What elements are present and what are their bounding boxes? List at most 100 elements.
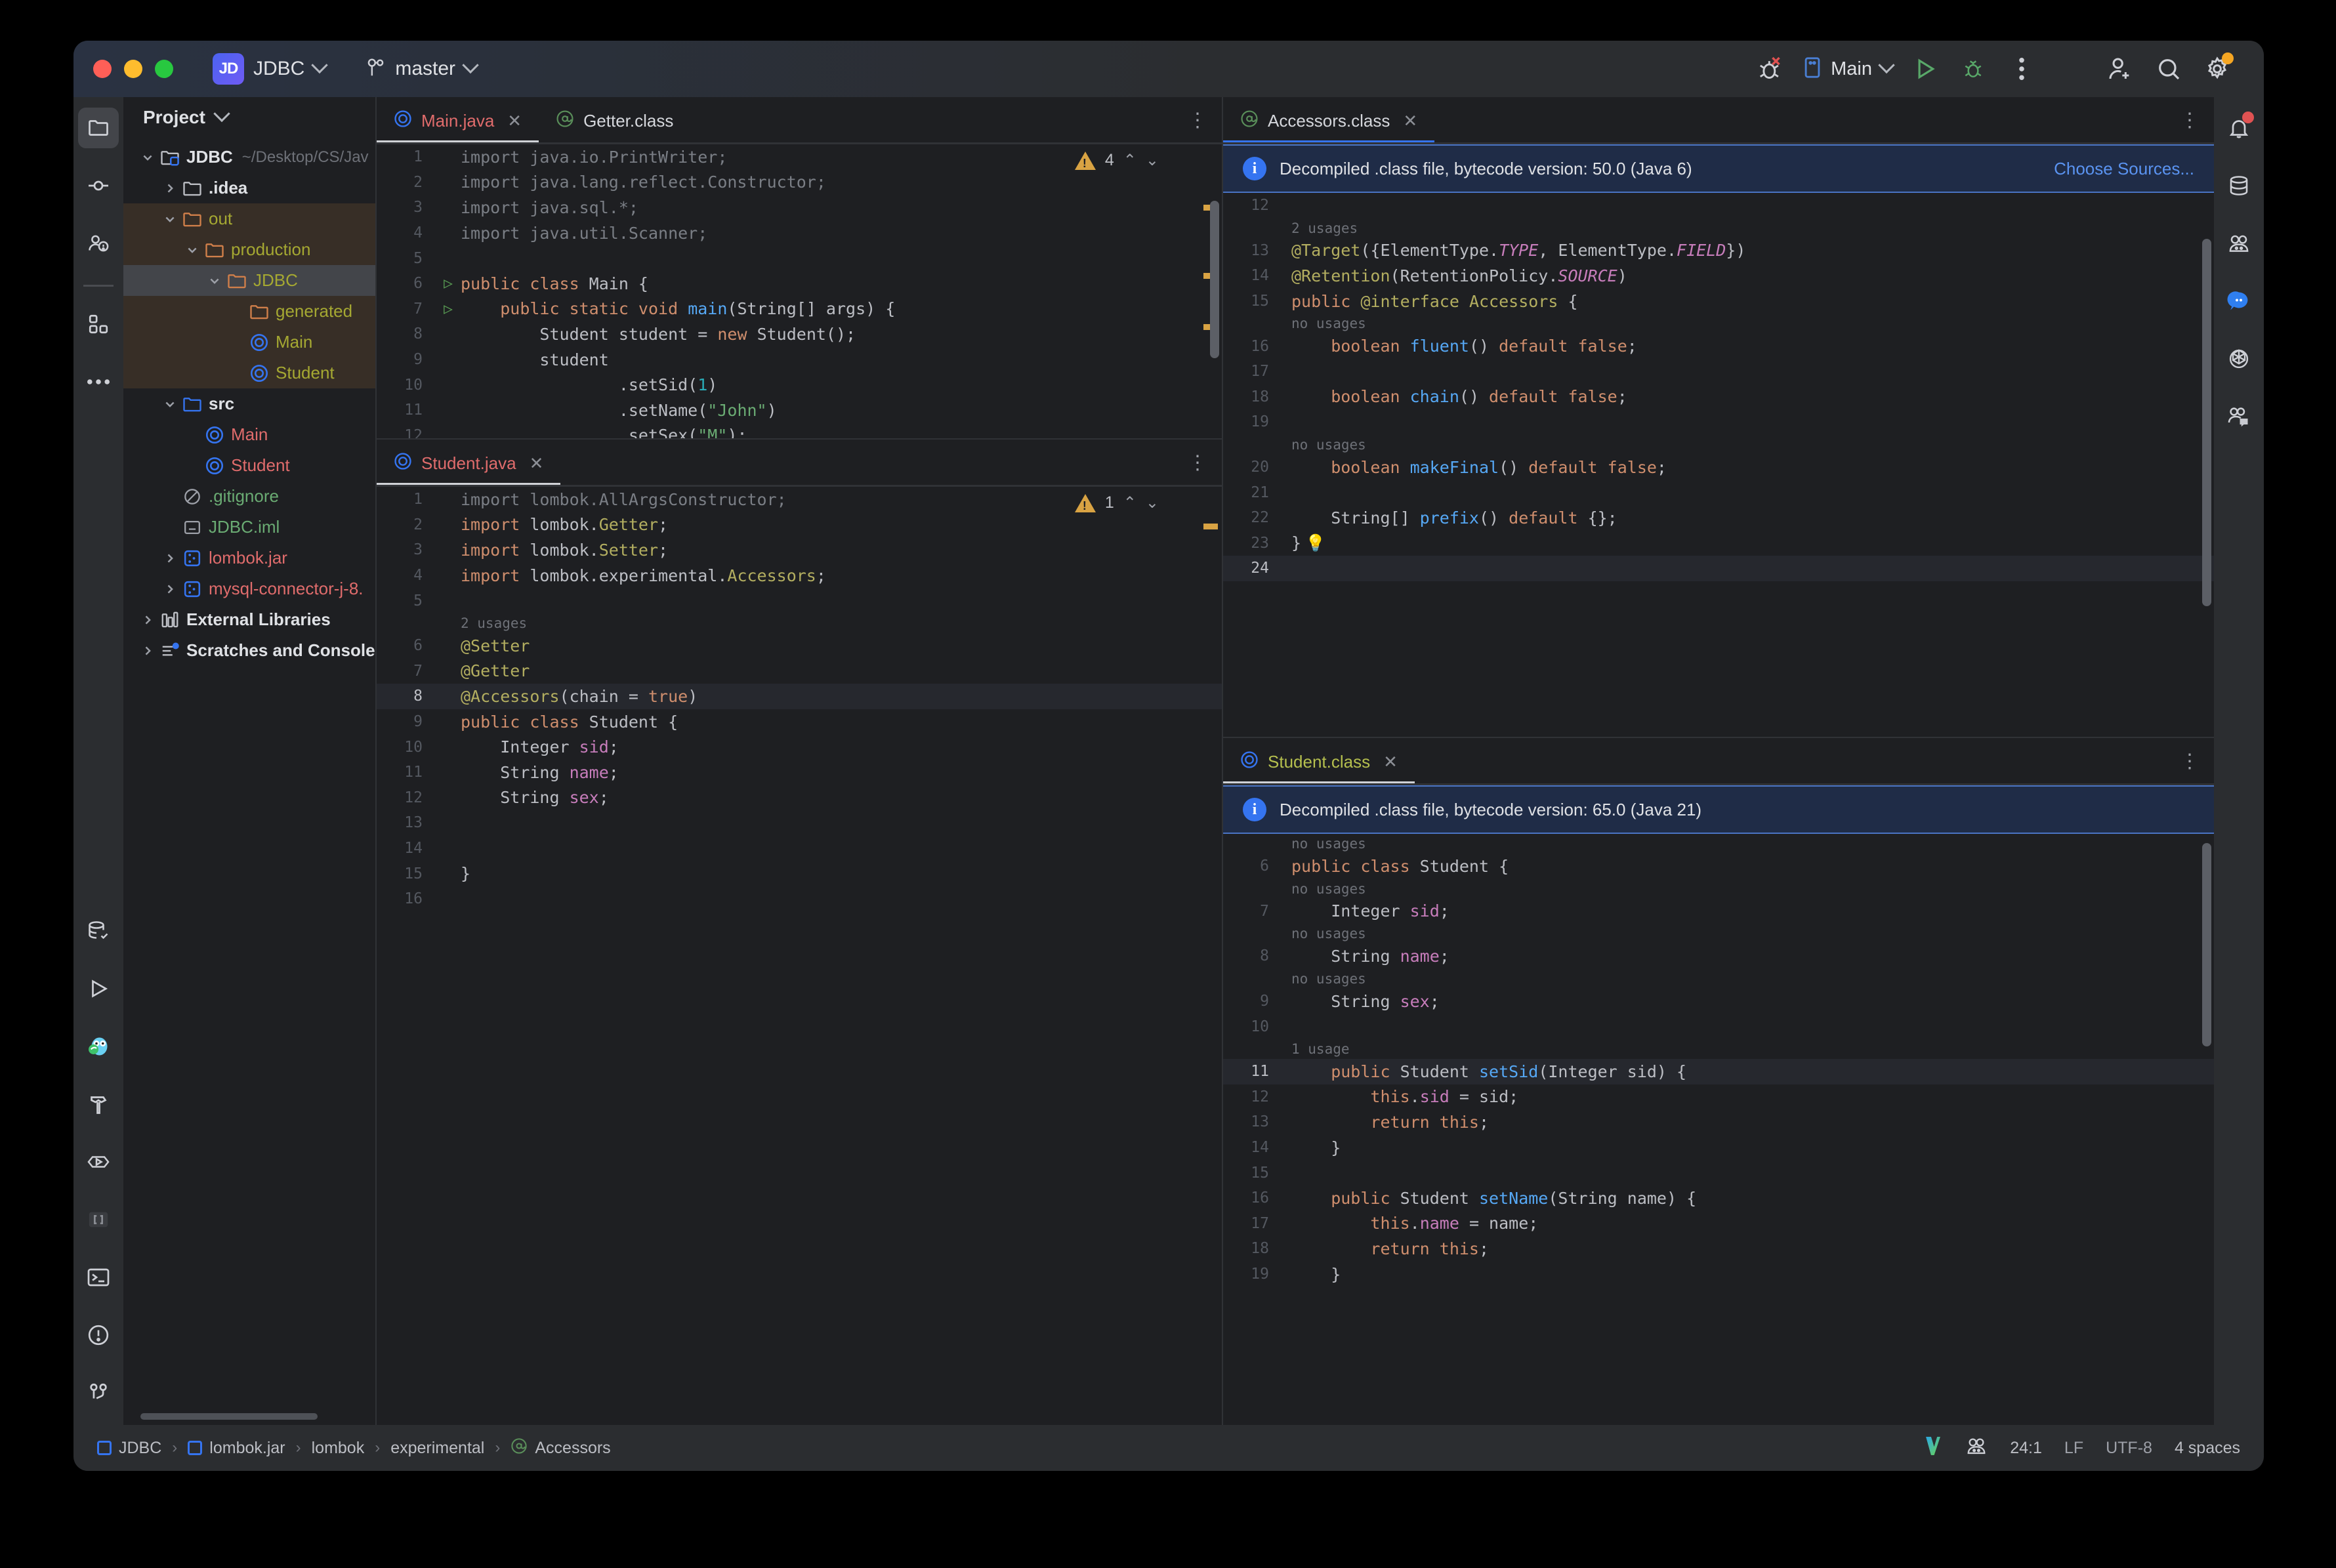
usage-hint[interactable]: no usages: [1223, 879, 2214, 899]
usage-hint[interactable]: no usages: [1223, 969, 2214, 989]
close-icon[interactable]: ✕: [530, 453, 544, 474]
usage-hint[interactable]: no usages: [1223, 834, 2214, 854]
code-line[interactable]: 14: [377, 836, 1222, 861]
code-line[interactable]: 19: [1223, 409, 2214, 435]
error-stripe-main-java[interactable]: [1199, 144, 1222, 438]
code-line[interactable]: 13: [377, 810, 1222, 836]
file-encoding[interactable]: UTF-8: [2106, 1439, 2152, 1458]
branch-selector[interactable]: master: [366, 56, 479, 81]
database-icon[interactable]: [2219, 165, 2259, 206]
code-line[interactable]: 20 boolean makeFinal() default false;: [1223, 455, 2214, 480]
sidebar-item-database[interactable]: [78, 911, 119, 951]
chevron-right-icon[interactable]: [160, 182, 180, 195]
sidebar-item-build[interactable]: [78, 1084, 119, 1124]
code-line[interactable]: 3 import java.sql.*;: [377, 195, 1222, 220]
tab-getter-class[interactable]: Getter.class: [539, 97, 690, 144]
sidebar-item-more-tool-windows[interactable]: [78, 361, 119, 402]
code-line[interactable]: 21: [1223, 480, 2214, 505]
code-line[interactable]: 13 @Target({ElementType.TYPE, ElementType…: [1223, 238, 2214, 264]
code-accessors-class[interactable]: 12 2 usages 13 @Target({ElementType.TYPE, E…: [1223, 193, 2214, 737]
code-line[interactable]: 22 String[] prefix() default {};: [1223, 505, 2214, 531]
error-stripe-student-java[interactable]: [1199, 487, 1222, 1425]
code-line[interactable]: 12 String sex;: [377, 785, 1222, 811]
tree-item-student[interactable]: Student: [123, 358, 375, 388]
code-line[interactable]: 9 public class Student {: [377, 709, 1222, 735]
chevron-down-icon[interactable]: [138, 151, 157, 164]
run-gutter-icon[interactable]: ▷: [440, 275, 457, 292]
settings-icon[interactable]: [2193, 45, 2242, 93]
code-line[interactable]: 9 String sex;: [1223, 989, 2214, 1014]
chat-bubble-icon[interactable]: [2219, 281, 2259, 321]
tree-item-generated[interactable]: generated: [123, 296, 375, 327]
breadcrumb-item[interactable]: experimental: [390, 1439, 484, 1458]
code-line[interactable]: 17 this.name = name;: [1223, 1211, 2214, 1237]
tree-item-idea[interactable]: .idea: [123, 173, 375, 203]
code-line[interactable]: 2 import java.lang.reflect.Constructor;: [377, 170, 1222, 196]
code-line[interactable]: 18 return this;: [1223, 1236, 2214, 1262]
usage-hint[interactable]: no usages: [1223, 314, 2214, 333]
code-line[interactable]: 18 boolean chain() default false;: [1223, 384, 2214, 410]
close-icon[interactable]: ✕: [1403, 111, 1417, 131]
code-line[interactable]: 10 Integer sid;: [377, 734, 1222, 760]
close-icon[interactable]: ✕: [507, 111, 522, 131]
editor-tab-options-icon[interactable]: ⋮: [2180, 111, 2200, 131]
project-tree-hscrollbar[interactable]: [140, 1413, 318, 1420]
tree-item-lombok-jar[interactable]: lombok.jar: [123, 543, 375, 573]
prev-problem-icon[interactable]: ⌃: [1123, 493, 1137, 512]
bug-x-icon[interactable]: [1746, 45, 1795, 93]
project-tree[interactable]: JDBC ~/Desktop/CS/Jav .idea out production JD…: [123, 138, 375, 1425]
chevron-down-icon[interactable]: [182, 243, 202, 257]
tree-item-src[interactable]: src: [123, 388, 375, 419]
code-line[interactable]: 8 String name;: [1223, 943, 2214, 969]
breadcrumb[interactable]: JDBC › lombok.jar › lombok › experimental › Acce…: [97, 1437, 611, 1459]
code-line[interactable]: 4 import lombok.experimental.Accessors;: [377, 563, 1222, 588]
code-line[interactable]: 17: [1223, 359, 2214, 384]
error-stripe-student-class[interactable]: [2192, 834, 2214, 1425]
search-icon[interactable]: [2144, 45, 2193, 93]
tree-item-production[interactable]: production: [123, 234, 375, 265]
code-line[interactable]: 16: [377, 886, 1222, 912]
run-icon[interactable]: [1900, 45, 1949, 93]
breadcrumb-item[interactable]: lombok: [312, 1439, 365, 1458]
tab-student-java[interactable]: Student.java ✕: [377, 440, 561, 487]
code-line[interactable]: 14 }: [1223, 1135, 2214, 1161]
sidebar-item-run[interactable]: [78, 968, 119, 1009]
choose-sources-link[interactable]: Choose Sources...: [2054, 159, 2194, 179]
usage-hint[interactable]: 2 usages: [377, 613, 1222, 633]
code-line[interactable]: 15: [1223, 1160, 2214, 1186]
sidebar-item-services[interactable]: [78, 1142, 119, 1182]
code-line[interactable]: 9 student: [377, 347, 1222, 373]
code-line[interactable]: 13 return this;: [1223, 1109, 2214, 1135]
usage-hint[interactable]: no usages: [1223, 435, 2214, 455]
close-window-button[interactable]: [93, 60, 112, 78]
ai-assistant-icon[interactable]: [2219, 223, 2259, 264]
chevron-right-icon[interactable]: [138, 644, 157, 657]
code-line[interactable]: 2 import lombok.Getter;: [377, 512, 1222, 538]
sidebar-item-commit[interactable]: [78, 165, 119, 206]
code-line[interactable]: 12: [1223, 193, 2214, 218]
usage-hint[interactable]: no usages: [1223, 924, 2214, 943]
code-line[interactable]: 10: [1223, 1014, 2214, 1039]
usage-hint[interactable]: 2 usages: [1223, 218, 2214, 238]
indent-setting[interactable]: 4 spaces: [2175, 1439, 2240, 1458]
sidebar-item-structure[interactable]: [78, 304, 119, 344]
code-line[interactable]: 5: [377, 588, 1222, 613]
tree-item-gitignore[interactable]: .gitignore: [123, 481, 375, 512]
code-line[interactable]: 7 @Getter: [377, 659, 1222, 684]
more-vertical-icon[interactable]: [1997, 45, 2046, 93]
tree-item-jdbc[interactable]: JDBC: [123, 265, 375, 296]
code-line[interactable]: 5: [377, 245, 1222, 271]
sidebar-item-bracket[interactable]: [78, 1199, 119, 1240]
intention-bulb-icon[interactable]: 💡: [1305, 533, 1325, 553]
maximize-window-button[interactable]: [155, 60, 173, 78]
code-line[interactable]: 4 import java.util.Scanner;: [377, 220, 1222, 246]
code-line[interactable]: 12 .setSex("M");: [377, 423, 1222, 438]
tree-item-jdbc[interactable]: JDBC ~/Desktop/CS/Jav: [123, 142, 375, 173]
sidebar-item-go-gopher[interactable]: [78, 1026, 119, 1067]
tree-item-jdbc-iml[interactable]: JDBC.iml: [123, 512, 375, 543]
inspection-widget-main-java[interactable]: 4 ⌃ ⌄: [1074, 151, 1159, 171]
close-icon[interactable]: ✕: [1383, 752, 1398, 772]
usage-hint[interactable]: 1 usage: [1223, 1039, 2214, 1059]
code-line[interactable]: 6 public class Student {: [1223, 854, 2214, 879]
ai-icon[interactable]: [1965, 1436, 1988, 1460]
